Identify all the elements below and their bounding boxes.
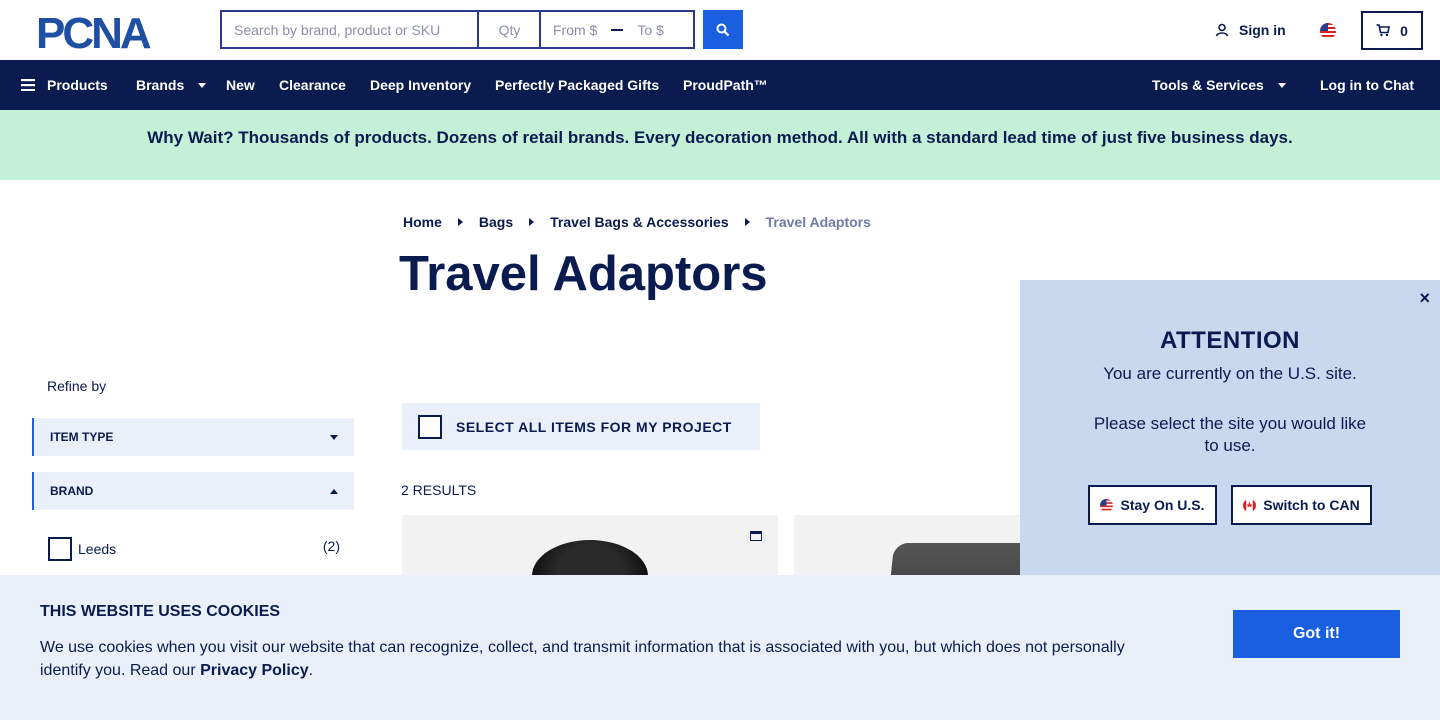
svg-text:PCNA: PCNA	[36, 12, 151, 52]
breadcrumb-current: Travel Adaptors	[765, 214, 871, 230]
facet-option-count: (2)	[322, 538, 340, 554]
facet-brand[interactable]: BRAND	[32, 472, 354, 510]
nav-products[interactable]: Products	[21, 77, 108, 93]
page-title: Travel Adaptors	[399, 247, 768, 301]
breadcrumb-travel-bags[interactable]: Travel Bags & Accessories	[550, 214, 728, 230]
results-count: 2 RESULTS	[401, 482, 477, 498]
nav-products-label: Products	[47, 77, 108, 93]
modal-message: Please select the site you would like to…	[1093, 414, 1367, 455]
nav-deep-inventory[interactable]: Deep Inventory	[370, 77, 471, 93]
main-nav: Products Brands New Clearance Deep Inven…	[0, 60, 1440, 110]
facet-option-leeds[interactable]: Leeds (2)	[48, 537, 340, 561]
sign-in-link[interactable]: Sign in	[1215, 22, 1286, 38]
breadcrumb: Home Bags Travel Bags & Accessories Trav…	[403, 214, 871, 230]
select-all-label: SELECT ALL ITEMS FOR MY PROJECT	[456, 418, 732, 435]
select-all-checkbox[interactable]	[418, 414, 442, 439]
nav-brands-label: Brands	[136, 77, 185, 93]
chevron-right-icon	[457, 218, 463, 226]
nav-chat-label: Log in to Chat	[1320, 77, 1415, 93]
nav-tools-services[interactable]: Tools & Services	[1152, 77, 1286, 93]
chevron-up-icon	[330, 488, 338, 494]
select-all-button[interactable]: SELECT ALL ITEMS FOR MY PROJECT	[402, 403, 760, 450]
switch-label: Switch to CAN	[1263, 497, 1360, 513]
top-header: PCNA Search by brand, product or SKU Qty…	[0, 0, 1440, 60]
close-icon[interactable]: ×	[1419, 288, 1430, 309]
stay-label: Stay On U.S.	[1120, 497, 1205, 513]
chevron-down-icon	[1277, 82, 1286, 88]
facet-item-type[interactable]: ITEM TYPE	[32, 418, 354, 456]
facet-checkbox[interactable]	[48, 537, 72, 561]
canada-flag-icon	[1243, 498, 1257, 512]
chevron-right-icon	[744, 218, 750, 226]
nav-deep-inventory-label: Deep Inventory	[370, 77, 472, 93]
cart-icon	[1376, 24, 1391, 37]
cookie-banner: THIS WEBSITE USES COOKIES We use cookies…	[0, 575, 1440, 720]
stay-on-us-button[interactable]: Stay On U.S.	[1088, 485, 1217, 525]
chevron-right-icon	[529, 218, 535, 226]
site-selection-modal: × ATTENTION You are currently on the U.S…	[1020, 280, 1440, 580]
nav-gifts-label: Perfectly Packaged Gifts	[495, 77, 660, 93]
refine-label: Refine by	[47, 378, 107, 394]
cookie-text: We use cookies when you visit our websit…	[40, 636, 1150, 682]
us-flag-icon[interactable]	[1320, 23, 1336, 39]
search-icon	[716, 23, 730, 36]
facet-label: BRAND	[50, 484, 94, 498]
facet-label: ITEM TYPE	[50, 430, 114, 444]
qty-input[interactable]: Qty	[477, 10, 540, 49]
nav-log-in-chat[interactable]: Log in to Chat	[1320, 77, 1414, 93]
price-range-dash	[611, 28, 624, 31]
cart-button[interactable]: 0	[1361, 11, 1423, 50]
modal-title: ATTENTION	[1159, 327, 1301, 354]
sign-in-label: Sign in	[1239, 22, 1286, 38]
nav-clearance[interactable]: Clearance	[279, 77, 346, 93]
price-range-input[interactable]: From $ To $	[539, 10, 695, 49]
nav-proudpath-label: ProudPath™	[683, 77, 768, 93]
privacy-policy-link[interactable]: Privacy Policy	[200, 662, 309, 679]
price-from-input[interactable]: From $	[553, 22, 597, 38]
cookie-title: THIS WEBSITE USES COOKIES	[40, 603, 281, 620]
nav-new[interactable]: New	[226, 77, 255, 93]
got-it-button[interactable]: Got it!	[1233, 610, 1400, 658]
cookie-end: .	[308, 662, 314, 679]
us-flag-icon	[1100, 498, 1114, 512]
breadcrumb-home[interactable]: Home	[403, 214, 442, 230]
folder-icon[interactable]	[750, 531, 762, 541]
search-input[interactable]: Search by brand, product or SKU	[220, 10, 479, 49]
facet-option-label: Leeds	[78, 541, 117, 557]
modal-message: You are currently on the U.S. site.	[1103, 364, 1357, 383]
cart-count: 0	[1400, 22, 1408, 39]
nav-new-label: New	[226, 77, 255, 93]
chevron-down-icon	[330, 434, 338, 440]
nav-proudpath[interactable]: ProudPath™	[683, 77, 768, 93]
breadcrumb-bags[interactable]: Bags	[479, 214, 513, 230]
price-to-input[interactable]: To $	[637, 22, 663, 38]
menu-icon	[21, 79, 35, 91]
chevron-down-icon	[198, 82, 207, 88]
pcna-logo[interactable]: PCNA	[36, 12, 184, 52]
nav-brands[interactable]: Brands	[136, 77, 207, 93]
nav-clearance-label: Clearance	[279, 77, 346, 93]
promo-banner: Why Wait? Thousands of products. Dozens …	[0, 110, 1440, 180]
nav-tools-label: Tools & Services	[1152, 77, 1264, 93]
switch-to-can-button[interactable]: Switch to CAN	[1231, 485, 1372, 525]
promo-text: Why Wait? Thousands of products. Dozens …	[147, 128, 1293, 147]
user-icon	[1215, 23, 1229, 37]
search-button[interactable]	[703, 10, 743, 49]
nav-gifts[interactable]: Perfectly Packaged Gifts	[495, 77, 659, 93]
